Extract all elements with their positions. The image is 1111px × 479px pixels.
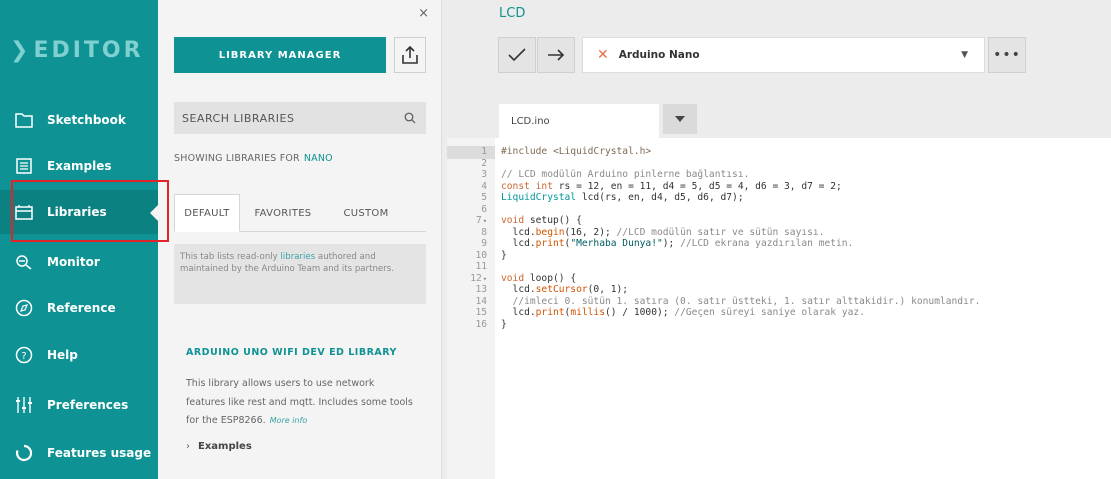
code-line: void loop() { [501,272,577,284]
sliders-icon [15,396,33,414]
line-number-fold[interactable]: 12▾ [453,273,487,284]
code-line: LiquidCrystal lcd(rs, en, d4, d5, d6, d7… [501,192,744,203]
active-indicator [150,205,158,221]
monitor-search-icon [15,253,33,271]
line-number: 8 [481,226,487,238]
code-line: #include <LiquidCrystal.h> [501,146,652,157]
tab-favorites[interactable]: FAVORITES [240,194,326,232]
chevron-down-icon: ▼ [961,50,968,60]
library-item-description: This library allows users to use network… [186,378,413,427]
tab-custom[interactable]: CUSTOM [326,194,406,232]
code-line: } [501,318,507,330]
more-options-button[interactable]: ••• [988,37,1026,73]
svg-text:?: ? [21,351,26,362]
line-number: 9 [481,238,487,249]
verify-button[interactable] [498,37,536,73]
compass-icon [15,299,33,317]
line-number: 14 [475,295,487,307]
chevron-down-icon [675,116,685,122]
code-line: } [501,249,507,261]
nav-item-label: Examples [47,159,112,173]
list-icon [15,157,33,175]
share-upload-icon [402,46,418,64]
nav-item-sketchbook[interactable]: Sketchbook [0,98,158,142]
nav-item-label: Libraries [47,205,107,219]
line-number: 6 [481,203,487,215]
close-icon[interactable]: × [418,6,429,21]
library-tabs: DEFAULT FAVORITES CUSTOM [174,194,426,232]
chevron-right-icon: › [186,441,190,452]
line-number: 16 [475,318,487,330]
left-nav: ❯EDITOR Sketchbook Examples Libraries Mo… [0,0,158,479]
folder-icon [15,111,33,129]
editor-logo: ❯EDITOR [10,38,144,63]
nav-item-label: Help [47,348,78,362]
board-link[interactable]: NANO [304,153,333,164]
nav-item-examples[interactable]: Examples [0,144,158,188]
ring-icon [15,444,33,462]
editor-area: LCD ✕ Arduino Nano ▼ ••• LCD.ino 1 2 3 4… [447,0,1111,479]
line-number: 3 [481,169,487,180]
library-panel: × LIBRARY MANAGER SEARCH LIBRARIES SHOWI… [158,0,442,479]
nav-item-label: Sketchbook [47,113,126,127]
fold-arrow-icon[interactable]: ▾ [483,275,487,283]
line-number: 1 [481,146,487,157]
code-line: lcd.print(millis() / 1000); //Geçen süre… [501,307,865,318]
board-name: Arduino Nano [618,49,700,61]
nav-item-reference[interactable]: Reference [0,286,158,330]
code-line: void setup() { [501,215,582,226]
library-manager-button[interactable]: LIBRARY MANAGER [174,37,386,73]
nav-item-monitor[interactable]: Monitor [0,240,158,284]
library-examples-toggle[interactable]: › Examples [186,441,252,452]
help-icon: ? [15,346,33,364]
code-line: const int rs = 12, en = 11, d4 = 5, d5 =… [501,180,842,192]
search-icon [400,112,420,124]
nav-item-preferences[interactable]: Preferences [0,383,158,427]
nav-item-features-usage[interactable]: Features usage [0,431,158,475]
nav-item-label: Preferences [47,398,129,412]
showing-libraries-label: SHOWING LIBRARIES FOR NANO [174,153,333,164]
libraries-link[interactable]: libraries [280,252,315,262]
line-number: 10 [475,249,487,261]
code-line: // LCD modülün Arduino pinlerne bağlantı… [501,169,750,180]
fold-arrow-icon[interactable]: ▾ [483,217,487,225]
tab-file-lcd-ino[interactable]: LCD.ino [499,104,659,138]
nav-item-label: Reference [47,301,116,315]
checkmark-icon [508,48,526,62]
nav-item-help[interactable]: ? Help [0,333,158,377]
board-select[interactable]: ✕ Arduino Nano ▼ [582,37,985,73]
line-number: 11 [475,261,487,272]
upload-library-button[interactable] [394,37,426,73]
code-line: lcd.setCursor(0, 1); [501,284,629,295]
line-number: 2 [481,157,487,169]
tab-default[interactable]: DEFAULT [174,194,240,232]
arrow-right-icon [548,49,565,61]
line-number: 15 [475,307,487,318]
search-placeholder: SEARCH LIBRARIES [182,111,295,125]
nav-item-libraries[interactable]: Libraries [0,190,158,234]
disconnected-x-icon: ✕ [597,47,609,63]
default-tab-notice: This tab lists read-only libraries autho… [174,244,426,304]
code-line: lcd.print("Merhaba Dunya!"); //LCD ekran… [501,238,854,249]
sketch-name[interactable]: LCD [499,6,525,21]
library-item-title[interactable]: ARDUINO UNO WIFI DEV ED LIBRARY [186,347,397,358]
nav-item-label: Features usage [47,446,152,460]
line-number: 4 [481,180,487,192]
more-info-link[interactable]: More info [270,416,308,425]
line-number: 5 [481,192,487,203]
code-line: //imleci 0. sütün 1. satıra (0. satır üs… [501,295,981,307]
books-icon [15,203,33,221]
nav-item-label: Monitor [47,255,100,269]
file-tab-menu-button[interactable] [663,104,697,134]
code-editor[interactable]: 1 2 3 4 5 6 7▾ 8 9 10 11 12▾ 13 14 15 16… [447,138,1111,479]
line-number-fold[interactable]: 7▾ [453,215,487,226]
search-libraries-input[interactable]: SEARCH LIBRARIES [174,102,426,134]
code-line: lcd.begin(16, 2); //LCD modülün satır ve… [501,226,825,238]
upload-button[interactable] [537,37,575,73]
line-number: 13 [475,284,487,295]
